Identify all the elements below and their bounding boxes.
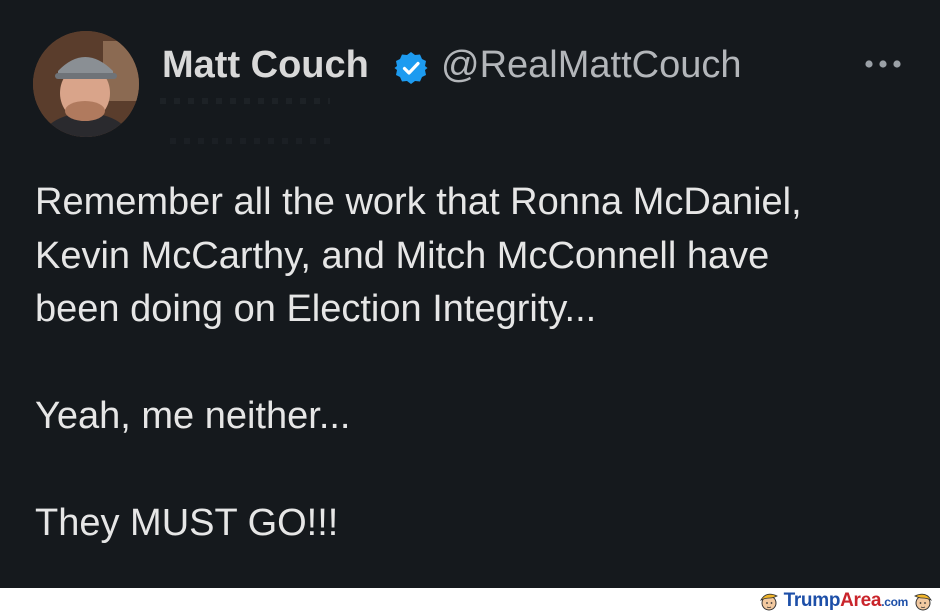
faded-subline — [170, 138, 330, 144]
display-name[interactable]: Matt Couch — [162, 44, 369, 87]
tweet-line: Yeah, me neither... — [35, 395, 351, 437]
tweet-line: been doing on Election Integrity... — [35, 288, 597, 330]
watermark: TrumpArea.com — [758, 590, 934, 612]
faded-subline — [160, 98, 330, 104]
tweet-card: Matt Couch @RealMattCouch Remember all t… — [0, 0, 940, 588]
cartoon-face-icon — [759, 593, 778, 611]
avatar[interactable] — [33, 31, 139, 137]
watermark-text: TrumpArea.com — [783, 590, 909, 611]
profile-photo-icon — [33, 31, 139, 137]
more-horizontal-icon[interactable] — [862, 57, 904, 71]
tweet-text: Remember all the work that Ronna McDanie… — [35, 176, 915, 551]
tweet-line: They MUST GO!!! — [35, 502, 339, 544]
tweet-line: Kevin McCarthy, and Mitch McConnell have — [35, 234, 770, 277]
tweet-line: Remember all the work that Ronna McDanie… — [35, 181, 802, 223]
cartoon-face-icon — [914, 593, 932, 611]
verified-badge-icon — [394, 52, 428, 84]
author-handle[interactable]: @RealMattCouch — [441, 44, 741, 87]
